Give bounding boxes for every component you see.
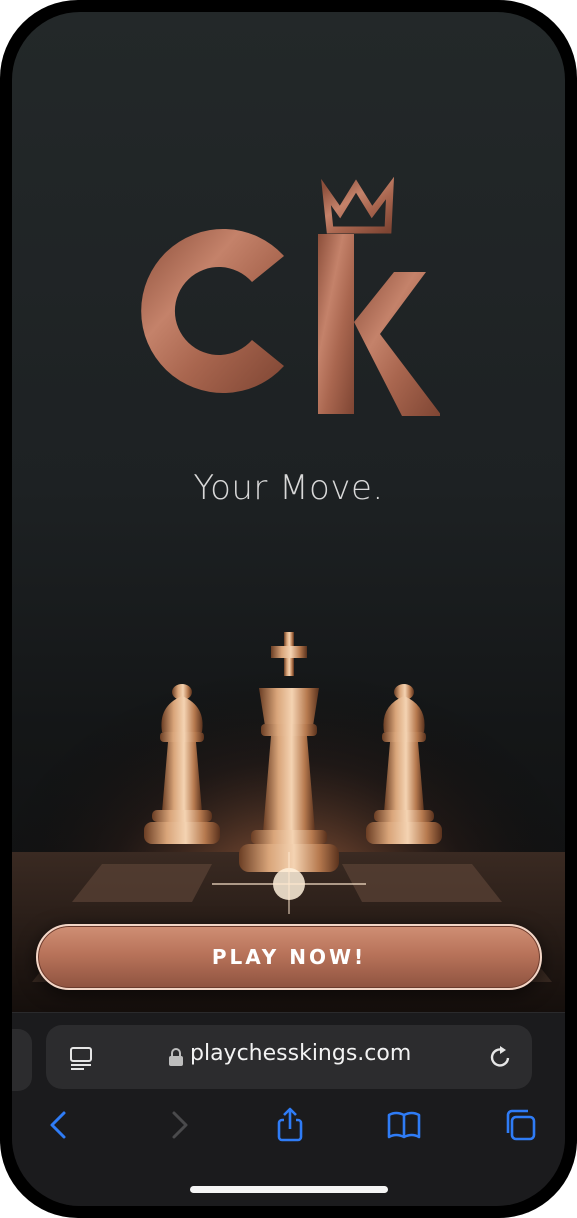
play-now-button[interactable]: PLAY NOW! — [36, 924, 542, 990]
app-screen: Your Move. PLAY NOW! playchesskings.com — [12, 12, 565, 1206]
forward-icon[interactable] — [160, 1107, 196, 1143]
phone-frame: Your Move. PLAY NOW! playchesskings.com — [0, 0, 577, 1218]
url-text: playchesskings.com — [190, 1041, 412, 1066]
bookmarks-icon[interactable] — [386, 1107, 422, 1143]
chesskings-logo — [141, 176, 440, 416]
browser-toolbar: playchesskings.com — [12, 1012, 565, 1206]
previous-tab-peek[interactable] — [12, 1029, 32, 1091]
home-indicator[interactable] — [190, 1186, 388, 1193]
reader-icon[interactable] — [68, 1045, 94, 1071]
reload-icon[interactable] — [486, 1043, 514, 1071]
lock-icon — [169, 1048, 183, 1066]
share-icon[interactable] — [272, 1107, 308, 1143]
back-icon[interactable] — [42, 1107, 78, 1143]
tagline: Your Move. — [193, 468, 384, 508]
address-bar[interactable]: playchesskings.com — [46, 1025, 532, 1089]
tabs-icon[interactable] — [502, 1107, 538, 1143]
